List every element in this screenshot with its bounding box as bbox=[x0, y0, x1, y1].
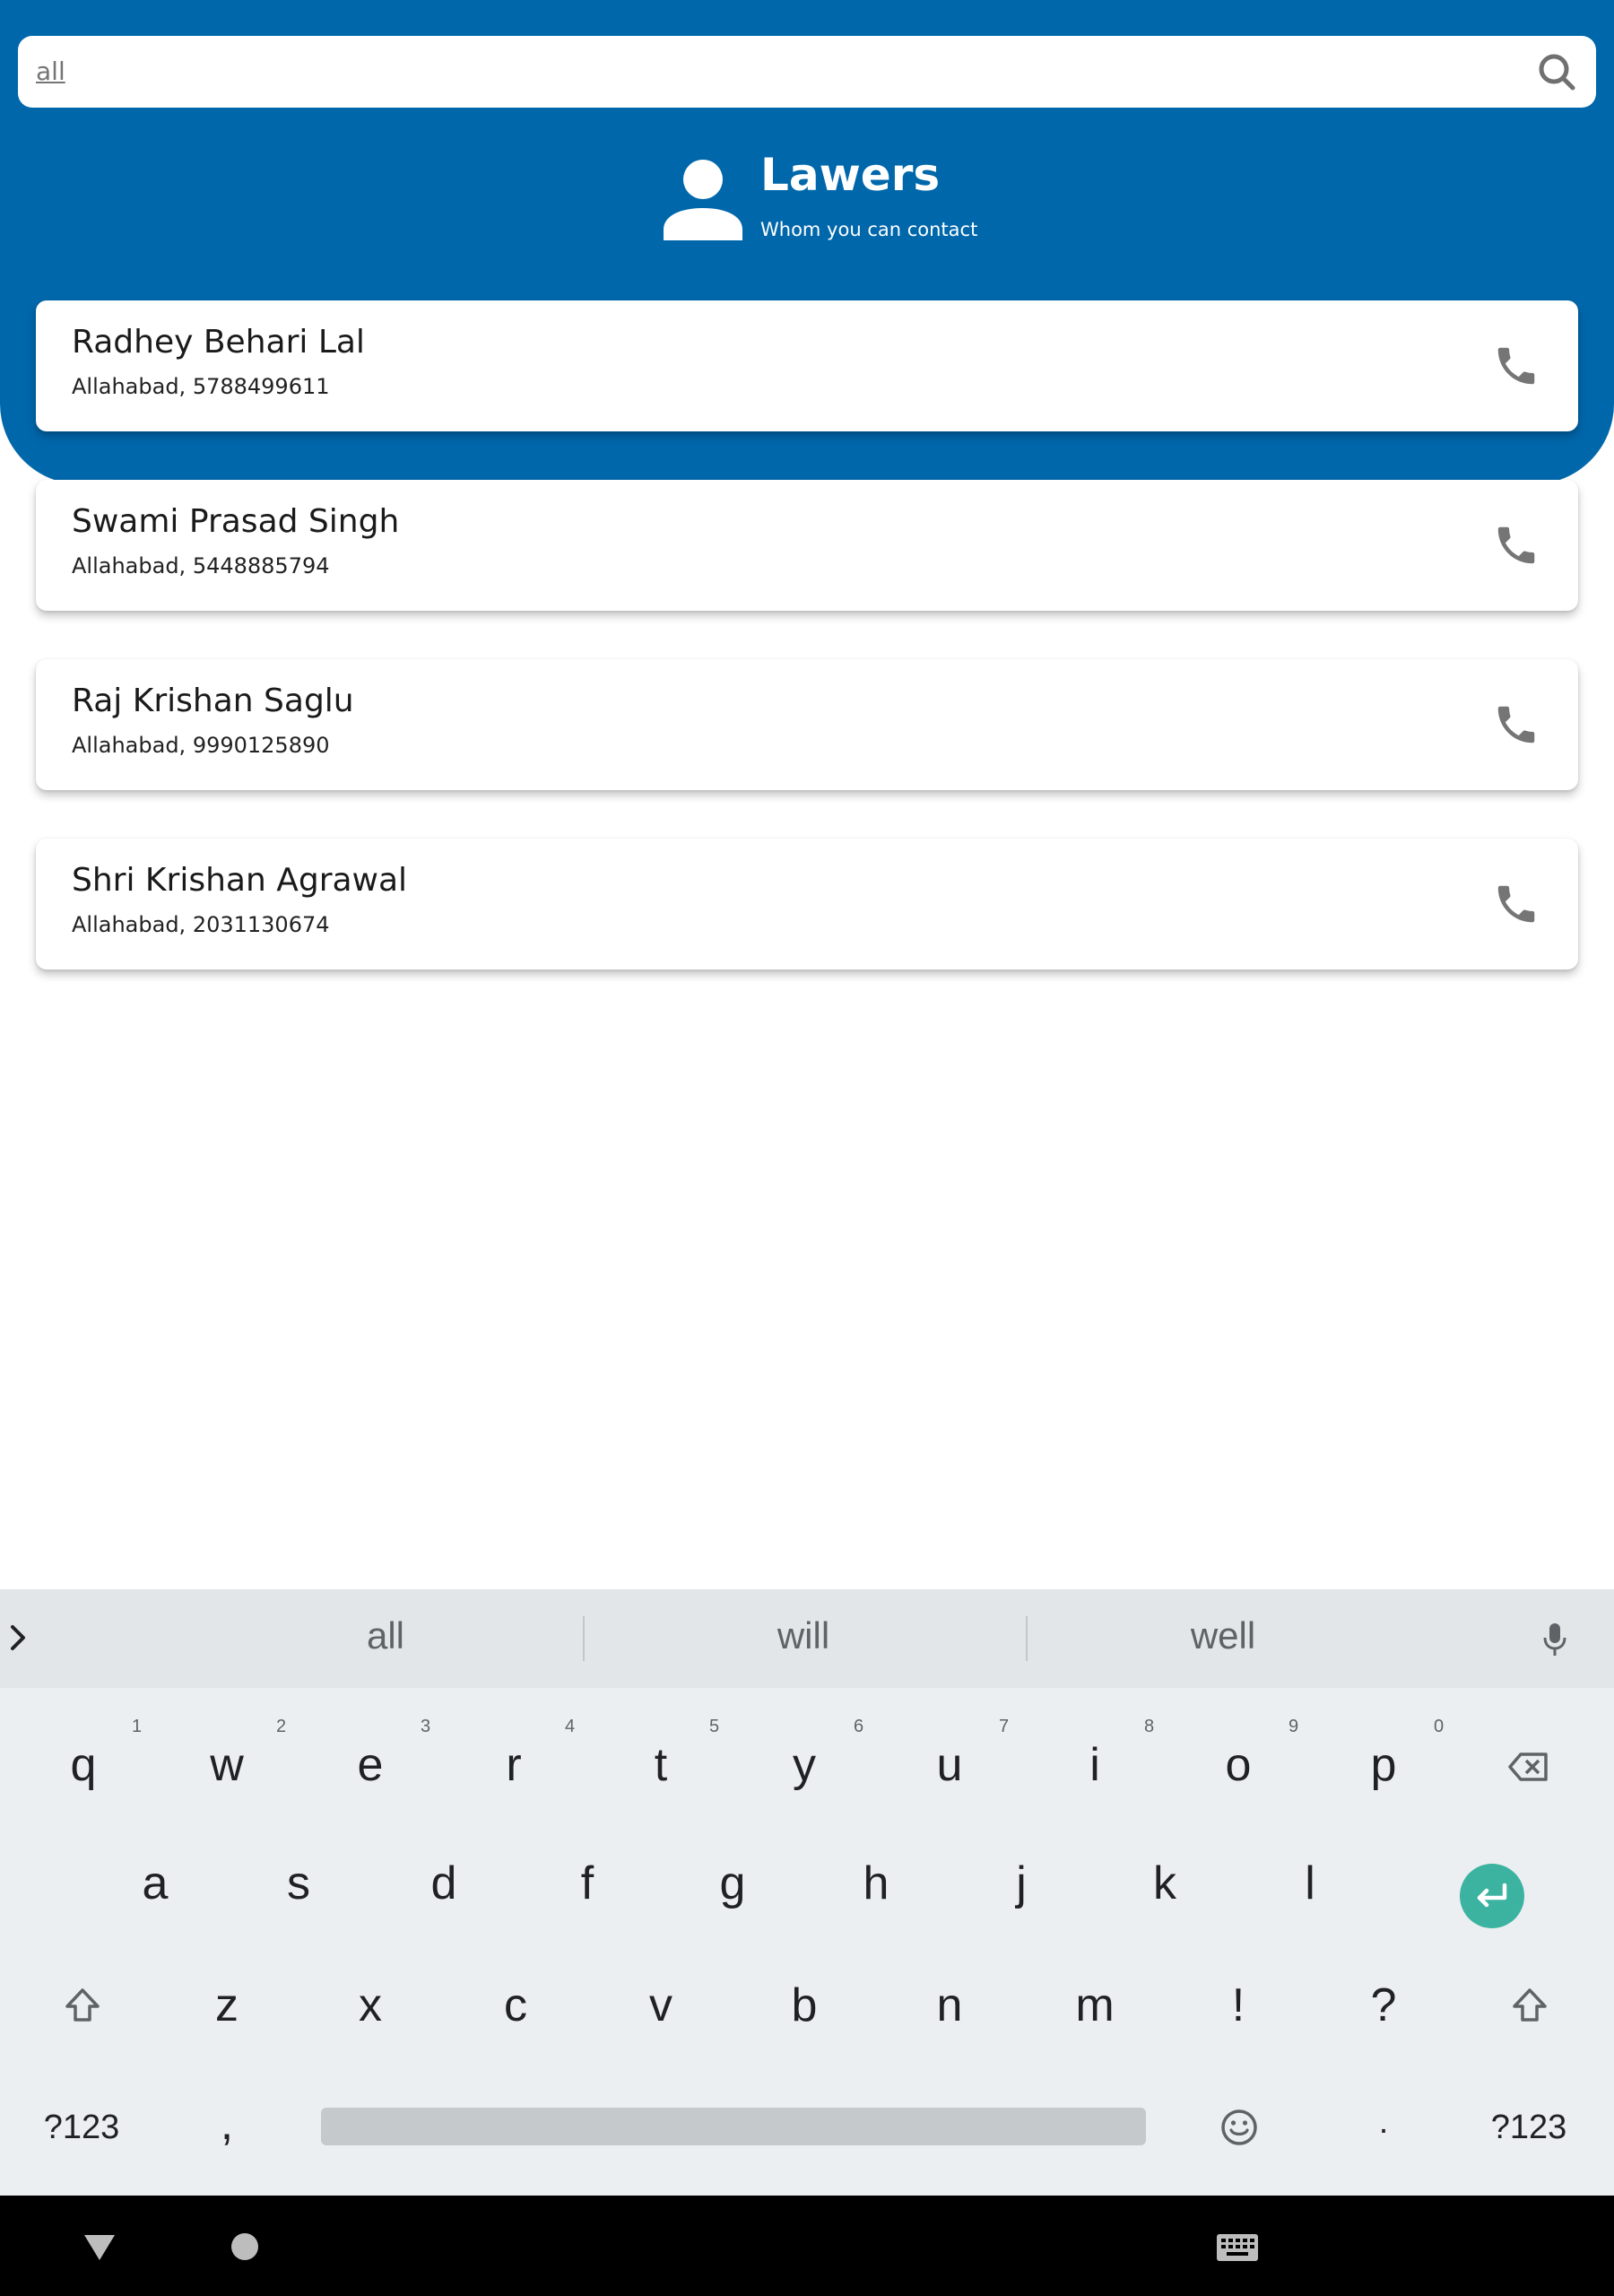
keyboard-icon[interactable] bbox=[1216, 2233, 1259, 2262]
enter-icon bbox=[1477, 1883, 1507, 1908]
key-hint: 9 bbox=[1289, 1717, 1299, 1736]
key-e[interactable]: e bbox=[303, 1720, 438, 1810]
key-n[interactable]: n bbox=[882, 1961, 1017, 2050]
key-o[interactable]: o bbox=[1171, 1720, 1306, 1810]
key-k[interactable]: k bbox=[1098, 1839, 1232, 1928]
contact-card[interactable]: Swami Prasad Singh Allahabad, 5448885794 bbox=[36, 480, 1578, 611]
key-hint: 8 bbox=[1144, 1717, 1155, 1736]
contact-name: Radhey Behari Lal bbox=[72, 324, 365, 361]
key-hint: 3 bbox=[421, 1717, 431, 1736]
app-screen: all Lawers Whom you can contact Radhey B… bbox=[0, 0, 1614, 2296]
key-hint: 0 bbox=[1434, 1717, 1445, 1736]
contact-info: Allahabad, 2031130674 bbox=[72, 912, 330, 937]
phone-icon[interactable] bbox=[1492, 880, 1540, 928]
suggestion-bar: all will well bbox=[0, 1589, 1614, 1688]
key-d[interactable]: d bbox=[377, 1839, 511, 1928]
shift-icon[interactable] bbox=[63, 1986, 102, 2025]
person-icon bbox=[664, 160, 742, 240]
key-s[interactable]: s bbox=[231, 1839, 366, 1928]
suggestion-divider bbox=[583, 1616, 585, 1661]
symbols-key[interactable]: ?123 bbox=[1462, 2083, 1596, 2172]
suggestion-item[interactable]: will bbox=[669, 1614, 938, 1657]
page-title: Lawers bbox=[760, 149, 941, 201]
emoji-icon[interactable] bbox=[1219, 2108, 1259, 2147]
contact-name: Shri Krishan Agrawal bbox=[72, 862, 408, 899]
suggestion-divider bbox=[1026, 1616, 1028, 1661]
symbols-key[interactable]: ?123 bbox=[14, 2083, 149, 2172]
suggestion-item[interactable]: well bbox=[1089, 1614, 1358, 1657]
key-exclamation[interactable]: ! bbox=[1171, 1961, 1306, 2050]
phone-icon[interactable] bbox=[1492, 342, 1540, 390]
search-bar[interactable]: all bbox=[18, 36, 1596, 108]
key-b[interactable]: b bbox=[737, 1961, 872, 2050]
contact-name: Raj Krishan Saglu bbox=[72, 683, 354, 719]
search-icon[interactable] bbox=[1537, 52, 1576, 91]
backspace-icon[interactable] bbox=[1506, 1749, 1551, 1785]
key-u[interactable]: u bbox=[882, 1720, 1017, 1810]
key-x[interactable]: x bbox=[303, 1961, 438, 2050]
key-f[interactable]: f bbox=[520, 1839, 655, 1928]
key-j[interactable]: j bbox=[954, 1839, 1089, 1928]
key-p[interactable]: p bbox=[1316, 1720, 1451, 1810]
contact-card[interactable]: Radhey Behari Lal Allahabad, 5788499611 bbox=[36, 300, 1578, 431]
key-i[interactable]: i bbox=[1028, 1720, 1162, 1810]
enter-button[interactable] bbox=[1460, 1864, 1524, 1928]
back-icon[interactable] bbox=[82, 2233, 117, 2262]
key-hint: 6 bbox=[854, 1717, 864, 1736]
key-r[interactable]: r bbox=[447, 1720, 581, 1810]
key-hint: 1 bbox=[132, 1717, 143, 1736]
soft-keyboard: all will well q w e r t y u i o p 1 2 3 … bbox=[0, 1589, 1614, 2196]
key-c[interactable]: c bbox=[448, 1961, 583, 2050]
key-t[interactable]: t bbox=[594, 1720, 728, 1810]
key-y[interactable]: y bbox=[737, 1720, 872, 1810]
microphone-icon[interactable] bbox=[1540, 1622, 1569, 1657]
shift-icon[interactable] bbox=[1510, 1986, 1549, 2025]
suggestion-item[interactable]: all bbox=[251, 1614, 520, 1657]
contact-card[interactable]: Shri Krishan Agrawal Allahabad, 20311306… bbox=[36, 839, 1578, 970]
home-icon[interactable] bbox=[231, 2233, 258, 2260]
contact-info: Allahabad, 5448885794 bbox=[72, 553, 330, 578]
key-hint: 2 bbox=[276, 1717, 287, 1736]
key-v[interactable]: v bbox=[594, 1961, 728, 2050]
page-subtitle: Whom you can contact bbox=[760, 219, 978, 240]
phone-icon[interactable] bbox=[1492, 700, 1540, 749]
key-period[interactable]: . bbox=[1316, 2077, 1451, 2167]
key-w[interactable]: w bbox=[160, 1720, 294, 1810]
contact-info: Allahabad, 9990125890 bbox=[72, 733, 330, 758]
key-q[interactable]: q bbox=[16, 1720, 151, 1810]
space-bar[interactable] bbox=[321, 2108, 1146, 2145]
key-hint: 7 bbox=[999, 1717, 1010, 1736]
chevron-right-icon[interactable] bbox=[2, 1618, 38, 1657]
key-z[interactable]: z bbox=[160, 1961, 294, 2050]
phone-icon[interactable] bbox=[1492, 521, 1540, 570]
search-input[interactable]: all bbox=[36, 36, 65, 108]
key-l[interactable]: l bbox=[1243, 1839, 1377, 1928]
key-comma[interactable]: , bbox=[160, 2079, 294, 2169]
key-h[interactable]: h bbox=[809, 1839, 943, 1928]
contact-card[interactable]: Raj Krishan Saglu Allahabad, 9990125890 bbox=[36, 659, 1578, 790]
key-g[interactable]: g bbox=[665, 1839, 800, 1928]
key-m[interactable]: m bbox=[1028, 1961, 1162, 2050]
key-hint: 4 bbox=[565, 1717, 576, 1736]
key-a[interactable]: a bbox=[88, 1839, 222, 1928]
contact-info: Allahabad, 5788499611 bbox=[72, 374, 330, 399]
key-question[interactable]: ? bbox=[1316, 1961, 1451, 2050]
contact-name: Swami Prasad Singh bbox=[72, 503, 400, 540]
key-hint: 5 bbox=[709, 1717, 720, 1736]
